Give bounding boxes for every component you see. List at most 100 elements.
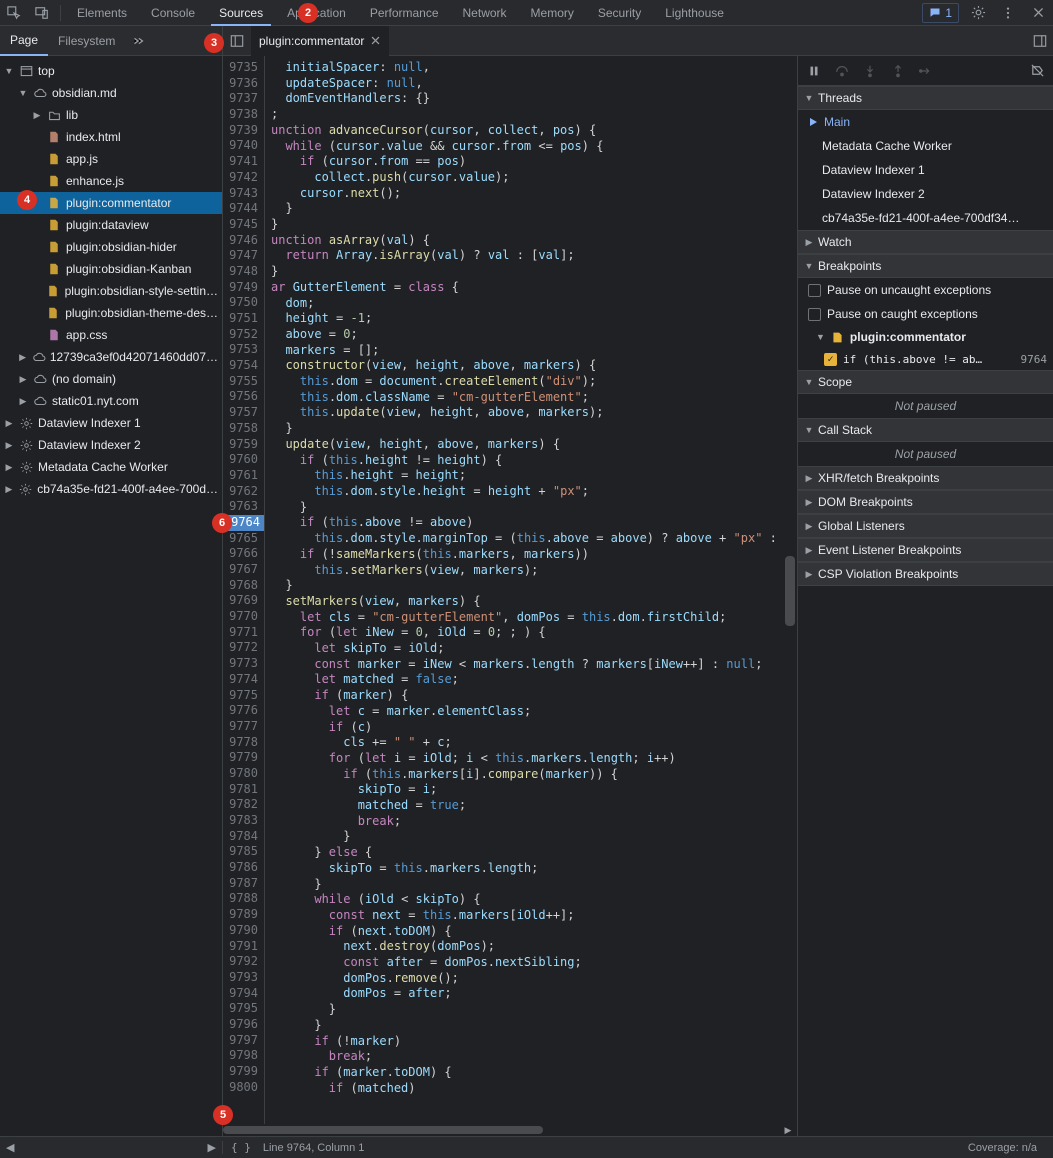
checkbox[interactable] (808, 284, 821, 297)
code-area[interactable]: initialSpacer: null, updateSpacer: null,… (265, 56, 783, 1136)
scroll-thumb[interactable] (223, 1126, 543, 1134)
settings-icon[interactable] (963, 0, 993, 26)
breakpoints-label: Breakpoints (818, 259, 881, 273)
navigator-tab-page[interactable]: Page (0, 26, 48, 56)
debugger-pane: ▼Threads Main Metadata Cache WorkerDatav… (797, 56, 1053, 1136)
breakpoint-line[interactable]: ✓ if (this.above != ab… 9764 (798, 348, 1053, 370)
panel-tab-console[interactable]: Console (139, 0, 207, 26)
tree-item[interactable]: index.html (0, 126, 222, 148)
file-tree: ▼top▼obsidian.md▶libindex.htmlapp.jsenha… (0, 56, 222, 504)
scroll-right-arrow[interactable]: ▶ (781, 1124, 795, 1136)
panel-tab-security[interactable]: Security (586, 0, 653, 26)
annotation-badge: 5 (213, 1105, 233, 1125)
tree-item[interactable]: app.js (0, 148, 222, 170)
panel-tabs: ElementsConsoleSourcesApplicationPerform… (65, 0, 922, 26)
tree-item-label: plugin:commentator (66, 196, 171, 210)
pause-resume-icon[interactable] (800, 58, 828, 84)
scroll-left-icon[interactable]: ◀ (6, 1141, 14, 1154)
checkbox[interactable]: ✓ (824, 353, 837, 366)
inspect-element-icon[interactable] (0, 0, 28, 26)
navigator-more-icon[interactable] (125, 34, 151, 48)
navigator-tabs: PageFilesystem (0, 26, 125, 56)
tree-item[interactable]: ▶Dataview Indexer 2 (0, 434, 222, 456)
panel-tab-elements[interactable]: Elements (65, 0, 139, 26)
tree-item[interactable]: app.css (0, 324, 222, 346)
tree-item[interactable]: ▶static01.nyt.com (0, 390, 222, 412)
step-into-icon[interactable] (856, 58, 884, 84)
js-icon (46, 263, 62, 275)
tree-item[interactable]: ▼obsidian.md (0, 82, 222, 104)
tree-item[interactable]: ▶12739ca3ef0d42071460dd07… (0, 346, 222, 368)
panel-tab-lighthouse[interactable]: Lighthouse (653, 0, 736, 26)
panel-tab-memory[interactable]: Memory (519, 0, 586, 26)
tree-item[interactable]: plugin:dataview (0, 214, 222, 236)
thread-active[interactable]: Main (798, 110, 1053, 134)
step-over-icon[interactable] (828, 58, 856, 84)
thread-item[interactable]: Dataview Indexer 2 (798, 182, 1053, 206)
threads-label: Threads (818, 91, 862, 105)
cloud-icon (32, 394, 48, 408)
debugger-section-header[interactable]: ▶Global Listeners (798, 514, 1053, 538)
debugger-section-header[interactable]: ▶XHR/fetch Breakpoints (798, 466, 1053, 490)
pause-uncaught-row[interactable]: Pause on uncaught exceptions (798, 278, 1053, 302)
device-toggle-icon[interactable] (28, 0, 56, 26)
cursor-position: Line 9764, Column 1 (263, 1142, 365, 1154)
tree-item-label: lib (66, 108, 78, 122)
devtools-toolbar: ElementsConsoleSourcesApplicationPerform… (0, 0, 1053, 26)
open-file-tab[interactable]: plugin:commentator (251, 26, 389, 56)
breakpoint-code: if (this.above != ab… (843, 353, 982, 366)
close-tab-icon[interactable] (370, 35, 381, 46)
tree-item[interactable]: ▶Metadata Cache Worker (0, 456, 222, 478)
tree-item[interactable]: plugin:obsidian-Kanban (0, 258, 222, 280)
step-out-icon[interactable] (884, 58, 912, 84)
navigator-tab-filesystem[interactable]: Filesystem (48, 26, 125, 56)
kebab-menu-icon[interactable] (993, 0, 1023, 26)
toggle-debugger-pane-icon[interactable] (1027, 28, 1053, 54)
tree-item[interactable]: plugin:obsidian-theme-des… (0, 302, 222, 324)
gear-icon (18, 439, 34, 452)
deactivate-breakpoints-icon[interactable] (1023, 58, 1051, 84)
scroll-thumb[interactable] (785, 556, 795, 626)
scope-not-paused: Not paused (798, 394, 1053, 418)
watch-header[interactable]: ▶Watch (798, 230, 1053, 254)
messages-chip[interactable]: 1 (922, 3, 959, 23)
status-bar: ◀ ▶ { } Line 9764, Column 1 Coverage: n/… (0, 1136, 1053, 1158)
line-gutter[interactable]: 9735973697379738973997409741974297439744… (223, 56, 265, 1136)
scroll-right-icon[interactable]: ▶ (208, 1141, 216, 1154)
checkbox[interactable] (808, 308, 821, 321)
step-icon[interactable] (912, 58, 940, 84)
panel-tab-performance[interactable]: Performance (358, 0, 451, 26)
tree-item[interactable]: ▶cb74a35e-fd21-400f-a4ee-700d… (0, 478, 222, 500)
tree-item-label: plugin:obsidian-Kanban (66, 262, 191, 276)
horizontal-scrollbar[interactable]: ▶ (223, 1124, 781, 1136)
tree-item[interactable]: plugin:obsidian-style-settin… (0, 280, 222, 302)
tree-item[interactable]: ▶Dataview Indexer 1 (0, 412, 222, 434)
threads-header[interactable]: ▼Threads (798, 86, 1053, 110)
close-devtools-icon[interactable] (1023, 0, 1053, 26)
scope-header[interactable]: ▼Scope (798, 370, 1053, 394)
breakpoint-file[interactable]: ▼ plugin:commentator (798, 326, 1053, 348)
debugger-section-header[interactable]: ▶Event Listener Breakpoints (798, 538, 1053, 562)
pause-caught-row[interactable]: Pause on caught exceptions (798, 302, 1053, 326)
callstack-header[interactable]: ▼Call Stack (798, 418, 1053, 442)
tree-item-label: Dataview Indexer 2 (38, 438, 141, 452)
tree-item[interactable]: plugin:obsidian-hider (0, 236, 222, 258)
annotation-badge: 6 (212, 513, 232, 533)
breakpoints-header[interactable]: ▼Breakpoints (798, 254, 1053, 278)
thread-item[interactable]: Dataview Indexer 1 (798, 158, 1053, 182)
panel-tab-network[interactable]: Network (451, 0, 519, 26)
tree-item[interactable]: ▶lib (0, 104, 222, 126)
tree-item-label: obsidian.md (52, 86, 117, 100)
toggle-navigator-icon[interactable] (223, 28, 251, 54)
tree-item[interactable]: ▶(no domain) (0, 368, 222, 390)
folder-icon (46, 109, 62, 122)
debugger-section-header[interactable]: ▶CSP Violation Breakpoints (798, 562, 1053, 586)
tree-item[interactable]: enhance.js (0, 170, 222, 192)
vertical-scrollbar[interactable] (783, 56, 797, 1136)
pretty-print-icon[interactable]: { } (231, 1141, 251, 1154)
tree-item[interactable]: ▼top (0, 60, 222, 82)
thread-item[interactable]: Metadata Cache Worker (798, 134, 1053, 158)
thread-item[interactable]: cb74a35e-fd21-400f-a4ee-700df34… (798, 206, 1053, 230)
panel-tab-sources[interactable]: Sources (207, 0, 275, 26)
debugger-section-header[interactable]: ▶DOM Breakpoints (798, 490, 1053, 514)
